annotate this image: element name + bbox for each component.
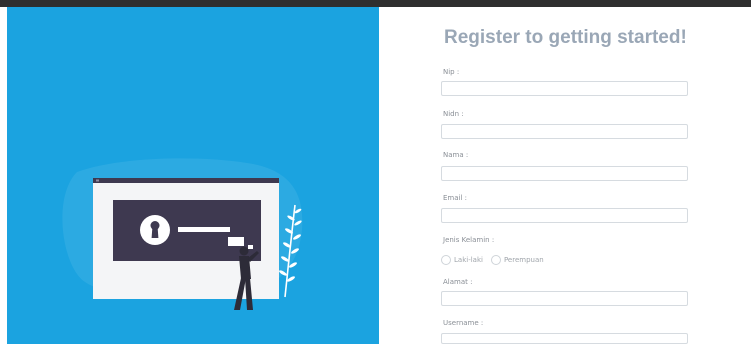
gender-radio-group: Laki-laki Perempuan (441, 253, 552, 267)
alamat-label: Alamat : (443, 278, 473, 286)
jenis-kelamin-label: Jenis Kelamin : (443, 236, 495, 244)
hero-panel (7, 7, 379, 344)
radio-label-laki-laki: Laki-laki (454, 256, 483, 264)
email-input[interactable] (441, 208, 688, 223)
left-edge (0, 7, 7, 344)
nip-label: Nip : (443, 68, 460, 76)
radio-label-perempuan: Perempuan (503, 256, 544, 264)
username-label: Username : (443, 319, 484, 327)
lock-screen-illustration (62, 158, 303, 310)
email-label: Email : (443, 194, 468, 202)
nidn-input[interactable] (441, 124, 688, 139)
username-input[interactable] (441, 333, 688, 344)
window-top-bar (0, 0, 751, 7)
nip-input[interactable] (441, 81, 688, 96)
nama-input[interactable] (441, 166, 688, 181)
alamat-input[interactable] (441, 291, 688, 306)
radio-perempuan[interactable] (490, 255, 501, 265)
page-title: Register to getting started! (444, 27, 687, 48)
nama-label: Nama : (443, 151, 469, 159)
register-form: Register to getting started! Nip : Nidn … (379, 7, 751, 344)
radio-laki-laki[interactable] (441, 255, 451, 265)
nidn-label: Nidn : (443, 110, 464, 118)
